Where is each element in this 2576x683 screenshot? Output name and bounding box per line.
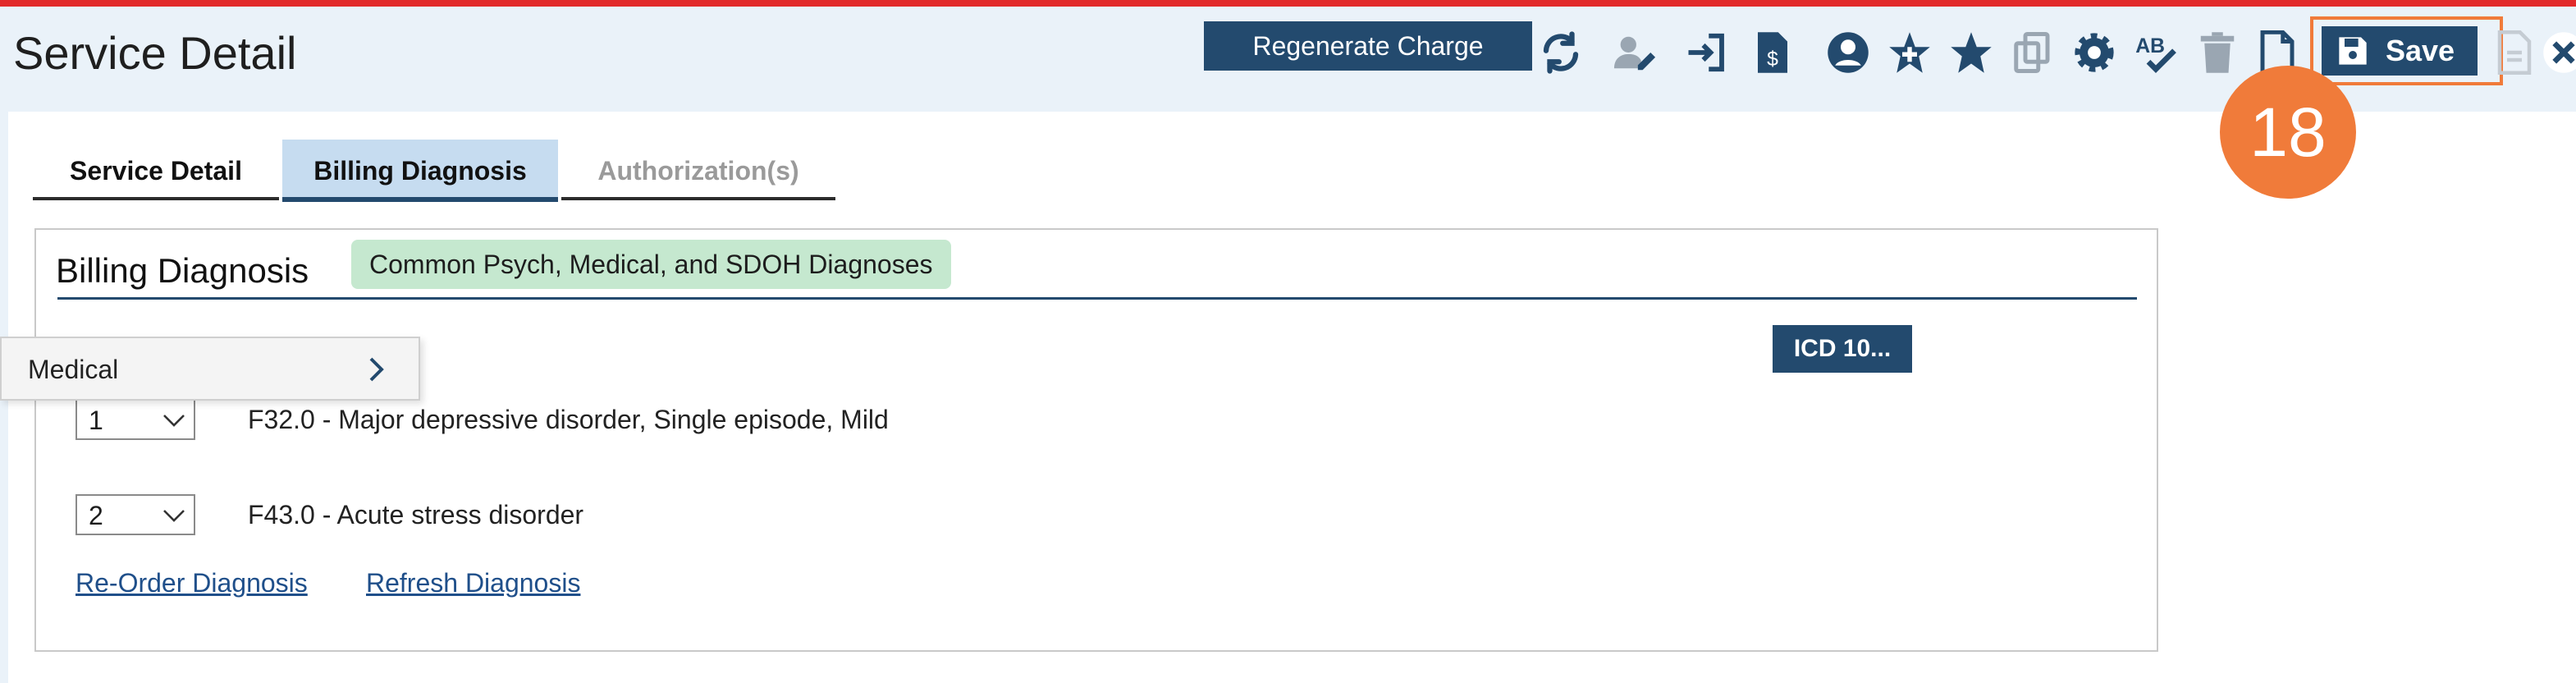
svg-text:AB: AB [2135, 35, 2165, 57]
user-edit-icon[interactable] [1610, 26, 1659, 79]
chevron-down-icon [163, 415, 185, 427]
diagnosis-text: F32.0 - Major depressive disorder, Singl… [248, 405, 889, 434]
refresh-diagnosis-link[interactable]: Refresh Diagnosis [366, 565, 580, 601]
diagnosis-order-select[interactable]: 2 [75, 494, 195, 535]
close-icon[interactable] [2539, 26, 2576, 79]
sign-in-icon[interactable] [1682, 26, 1732, 79]
copy-icon[interactable] [2008, 26, 2057, 79]
section-title: Billing Diagnosis [56, 251, 309, 290]
save-disk-icon [2339, 37, 2367, 65]
chevron-right-icon [369, 357, 384, 382]
star-plus-icon[interactable] [1885, 26, 1934, 79]
user-circle-icon[interactable] [1823, 26, 1873, 79]
step-number-badge: 18 [2220, 66, 2356, 199]
trash-icon[interactable] [2193, 26, 2242, 79]
diagnosis-order-select[interactable]: 1 [75, 399, 195, 440]
top-accent-line [0, 0, 2576, 7]
star-icon[interactable] [1947, 26, 1996, 79]
regenerate-charge-button[interactable]: Regenerate Charge [1204, 21, 1532, 71]
section-divider [57, 297, 2137, 300]
flyout-label: Medical [28, 355, 119, 384]
tab-billing-diagnosis[interactable]: Billing Diagnosis [282, 140, 558, 202]
icd10-button[interactable]: ICD 10... [1773, 325, 1912, 373]
billing-diagnosis-section: Billing Diagnosis Common Psych, Medical,… [34, 228, 2158, 652]
save-button[interactable]: Save [2322, 26, 2478, 76]
gear-icon[interactable] [2070, 26, 2119, 79]
medical-flyout-menu-item[interactable]: Medical [0, 337, 420, 401]
tab-service-detail[interactable]: Service Detail [33, 140, 279, 200]
toolbar: Regenerate Charge $ AB Save [0, 16, 2576, 99]
spellcheck-icon[interactable]: AB [2131, 26, 2180, 79]
chevron-down-icon [163, 510, 185, 522]
diagnosis-order-value: 2 [89, 501, 103, 530]
diagnosis-text: F43.0 - Acute stress disorder [248, 500, 584, 529]
svg-text:$: $ [1767, 48, 1778, 71]
tab-authorizations[interactable]: Authorization(s) [561, 140, 835, 200]
disabled-document-icon [2490, 26, 2539, 79]
reorder-diagnosis-link[interactable]: Re-Order Diagnosis [75, 565, 308, 601]
diagnosis-order-value: 1 [89, 406, 103, 435]
save-button-label: Save [2386, 34, 2455, 67]
refresh-icon[interactable] [1536, 26, 1585, 79]
diagnoses-category-badge[interactable]: Common Psych, Medical, and SDOH Diagnose… [351, 240, 951, 289]
invoice-dollar-icon[interactable]: $ [1748, 26, 1797, 79]
